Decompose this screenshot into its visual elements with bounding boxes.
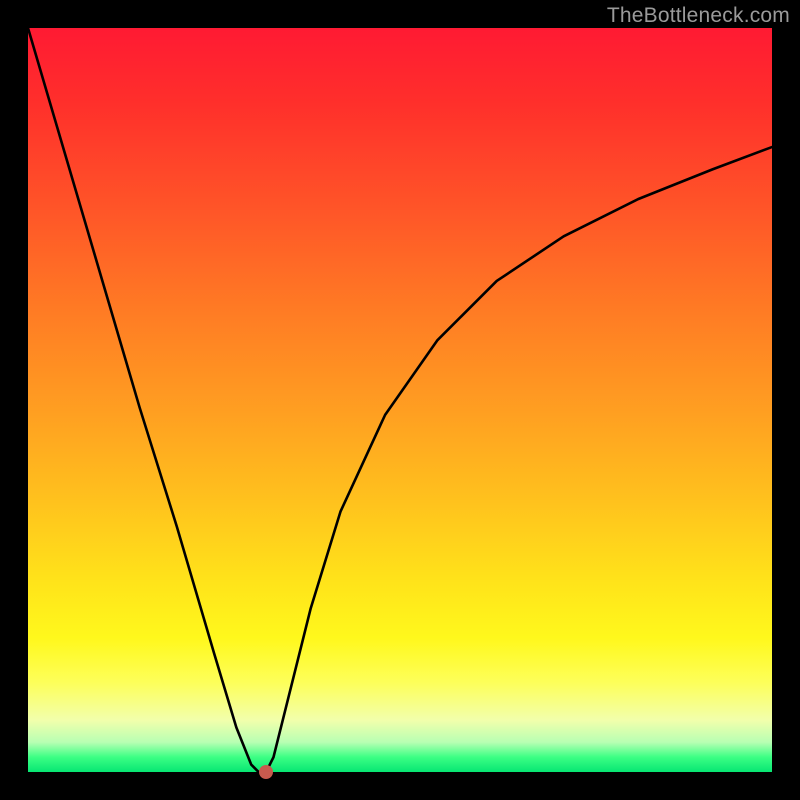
plot-area (28, 28, 772, 772)
bottleneck-curve (28, 28, 772, 772)
optimum-marker (259, 765, 273, 779)
watermark-text: TheBottleneck.com (607, 4, 790, 28)
chart-frame: TheBottleneck.com (0, 0, 800, 800)
